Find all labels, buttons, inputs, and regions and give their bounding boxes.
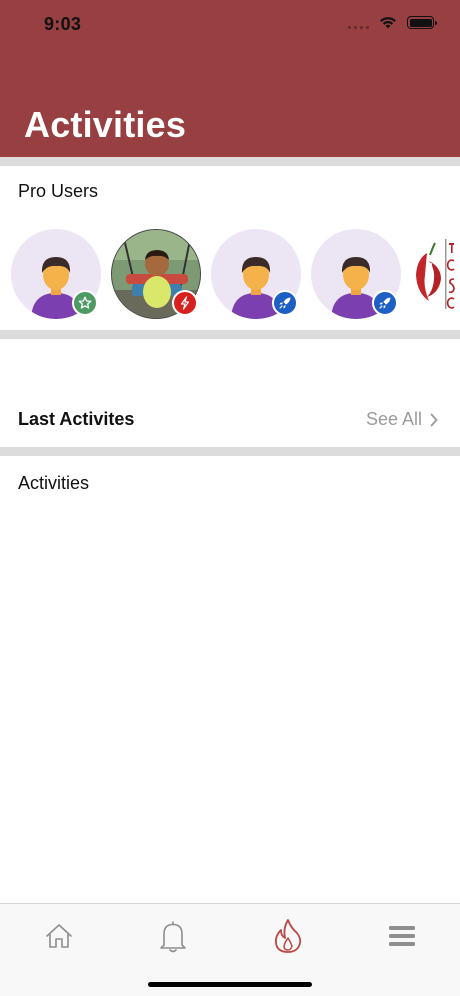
pro-users-section: Pro Users: [0, 166, 460, 330]
signal-icon: [348, 17, 369, 29]
wifi-icon: [380, 17, 396, 29]
chevron-right-icon: [430, 413, 438, 426]
pro-badge: [72, 290, 98, 316]
last-activities-title: Last Activites: [18, 409, 135, 429]
header: 9:03 Activities: [0, 0, 460, 157]
see-all-label: See All: [365, 409, 422, 429]
last-activities-section: Last Activites See All: [0, 339, 460, 447]
status-icons: [348, 16, 437, 29]
pro-users-title: Pro Users: [18, 181, 99, 201]
pro-badge: [372, 290, 398, 316]
partial-logo-avatar: [416, 239, 455, 309]
tab-menu[interactable]: [380, 914, 424, 958]
home-indicator: [148, 982, 312, 987]
divider: [0, 330, 460, 339]
battery-icon: [407, 16, 437, 29]
star-icon: [78, 296, 92, 309]
pro-badge: [172, 290, 198, 316]
see-all-button[interactable]: See All: [366, 409, 438, 430]
menu-icon: [389, 926, 415, 946]
home-icon: [46, 924, 72, 948]
rocket-icon: [279, 297, 291, 309]
divider: [0, 157, 460, 166]
tab-activities[interactable]: [266, 914, 310, 958]
flame-icon: [274, 919, 302, 953]
pro-user-avatar[interactable]: [413, 235, 460, 313]
status-time: 9:03: [44, 14, 82, 34]
divider: [0, 447, 460, 456]
activities-title: Activities: [18, 473, 90, 493]
bell-icon: [160, 921, 186, 953]
pro-users-carousel[interactable]: [11, 229, 460, 321]
tab-notifications[interactable]: [151, 914, 195, 958]
rocket-icon: [379, 297, 391, 309]
pro-badge: [272, 290, 298, 316]
page-title: Activities: [24, 104, 187, 145]
tab-home[interactable]: [37, 914, 81, 958]
lightning-icon: [180, 296, 190, 310]
